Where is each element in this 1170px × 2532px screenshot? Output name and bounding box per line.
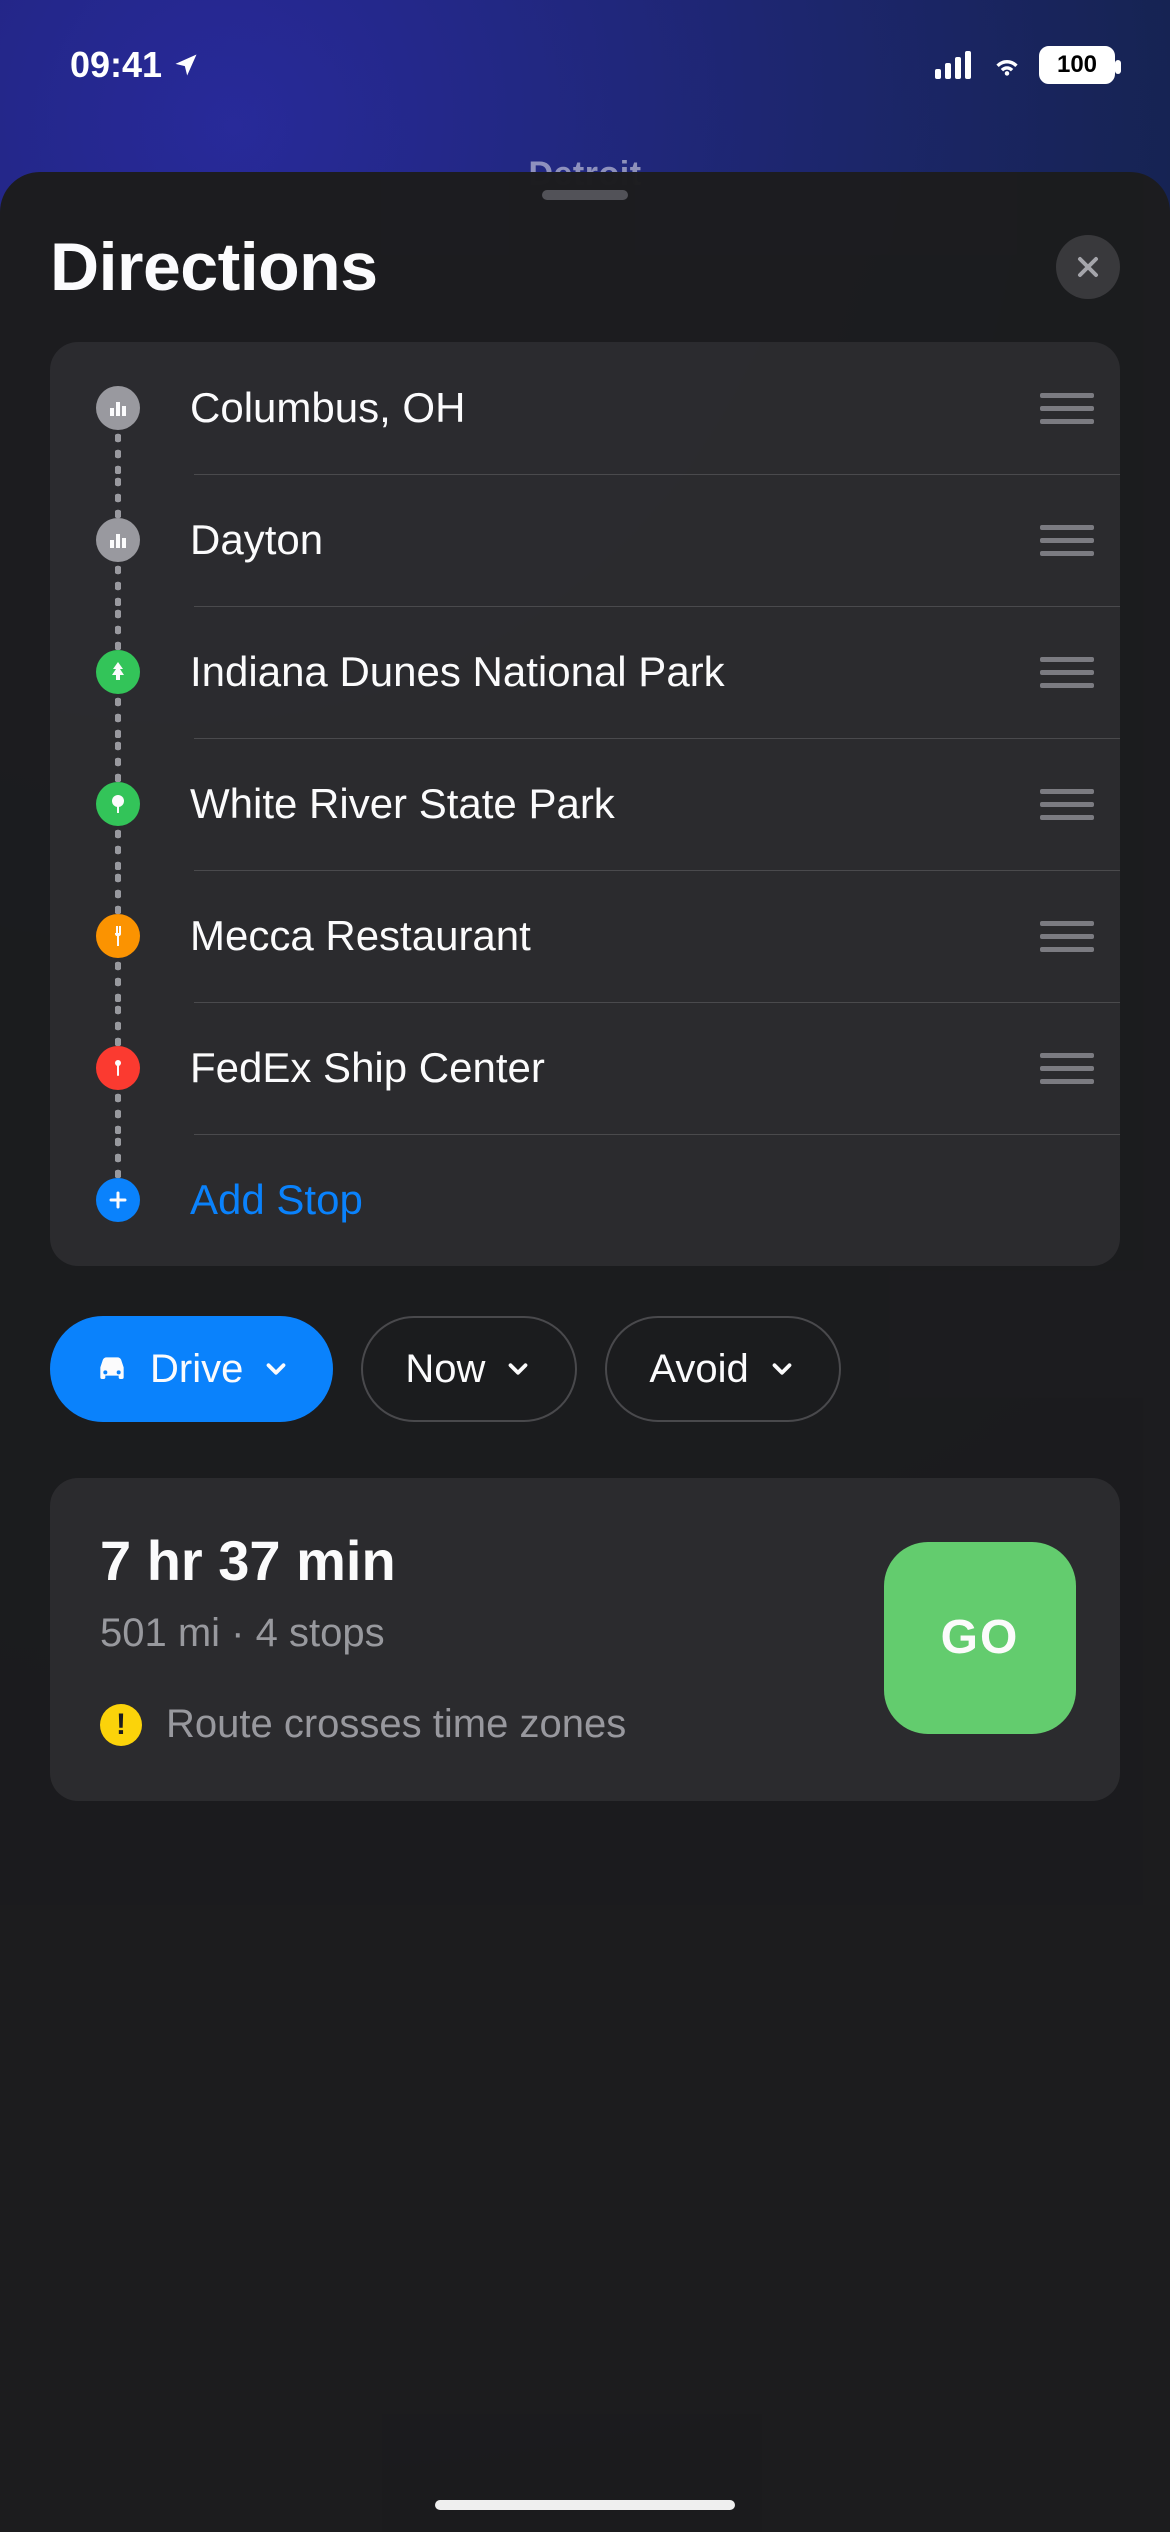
mode-label: Drive: [150, 1347, 243, 1392]
reorder-handle[interactable]: [1040, 921, 1094, 952]
depart-label: Now: [405, 1347, 485, 1392]
reorder-handle[interactable]: [1040, 789, 1094, 820]
sheet-grabber[interactable]: [542, 190, 628, 200]
stop-row[interactable]: Dayton: [50, 474, 1120, 606]
route-eta: 7 hr 37 min: [100, 1528, 626, 1593]
reorder-handle[interactable]: [1040, 525, 1094, 556]
wifi-icon: [987, 50, 1027, 80]
reorder-handle[interactable]: [1040, 393, 1094, 424]
stop-row[interactable]: Mecca Restaurant: [50, 870, 1120, 1002]
city-icon: [96, 518, 140, 562]
route-summary-card: 7 hr 37 min 501 mi · 4 stops ! Route cro…: [50, 1478, 1120, 1801]
stop-label: Columbus, OH: [168, 384, 1040, 432]
add-stop-label: Add Stop: [168, 1176, 1094, 1224]
reorder-handle[interactable]: [1040, 657, 1094, 688]
depart-chip[interactable]: Now: [361, 1316, 577, 1422]
battery-level: 100: [1057, 51, 1097, 79]
pin-icon: [96, 1046, 140, 1090]
avoid-label: Avoid: [649, 1347, 748, 1392]
status-bar: 09:41 100: [0, 0, 1170, 110]
stop-label: Mecca Restaurant: [168, 912, 1040, 960]
route-warning: Route crosses time zones: [166, 1702, 626, 1747]
stop-row[interactable]: Indiana Dunes National Park: [50, 606, 1120, 738]
stop-row[interactable]: Columbus, OH: [50, 342, 1120, 474]
chevron-down-icon: [261, 1354, 291, 1384]
go-button[interactable]: GO: [884, 1542, 1076, 1734]
food-icon: [96, 914, 140, 958]
stop-label: Indiana Dunes National Park: [168, 648, 1040, 696]
chevron-down-icon: [767, 1354, 797, 1384]
status-time: 09:41: [70, 44, 162, 86]
warning-icon: !: [100, 1704, 142, 1746]
reorder-handle[interactable]: [1040, 1053, 1094, 1084]
mode-chip[interactable]: Drive: [50, 1316, 333, 1422]
close-button[interactable]: [1056, 235, 1120, 299]
tree-icon: [96, 650, 140, 694]
go-label: GO: [941, 1610, 1020, 1665]
route-subline: 501 mi · 4 stops: [100, 1611, 626, 1656]
directions-sheet: Directions Columbus, OH Dayton: [0, 172, 1170, 2532]
stop-row[interactable]: White River State Park: [50, 738, 1120, 870]
battery-indicator: 100: [1039, 46, 1115, 84]
close-icon: [1072, 251, 1104, 283]
stop-row[interactable]: FedEx Ship Center: [50, 1002, 1120, 1134]
add-stop-button[interactable]: Add Stop: [50, 1134, 1120, 1266]
plus-icon: [96, 1178, 140, 1222]
tree-icon: [96, 782, 140, 826]
stop-label: White River State Park: [168, 780, 1040, 828]
stops-list: Columbus, OH Dayton Indiana Dunes Nation…: [50, 342, 1120, 1266]
cellular-icon: [935, 51, 975, 79]
chevron-down-icon: [503, 1354, 533, 1384]
route-options: Drive Now Avoid: [0, 1266, 1170, 1422]
home-indicator[interactable]: [435, 2500, 735, 2510]
stop-label: Dayton: [168, 516, 1040, 564]
location-icon: [172, 51, 200, 79]
page-title: Directions: [50, 228, 378, 306]
avoid-chip[interactable]: Avoid: [605, 1316, 840, 1422]
city-icon: [96, 386, 140, 430]
car-icon: [92, 1349, 132, 1389]
stop-label: FedEx Ship Center: [168, 1044, 1040, 1092]
